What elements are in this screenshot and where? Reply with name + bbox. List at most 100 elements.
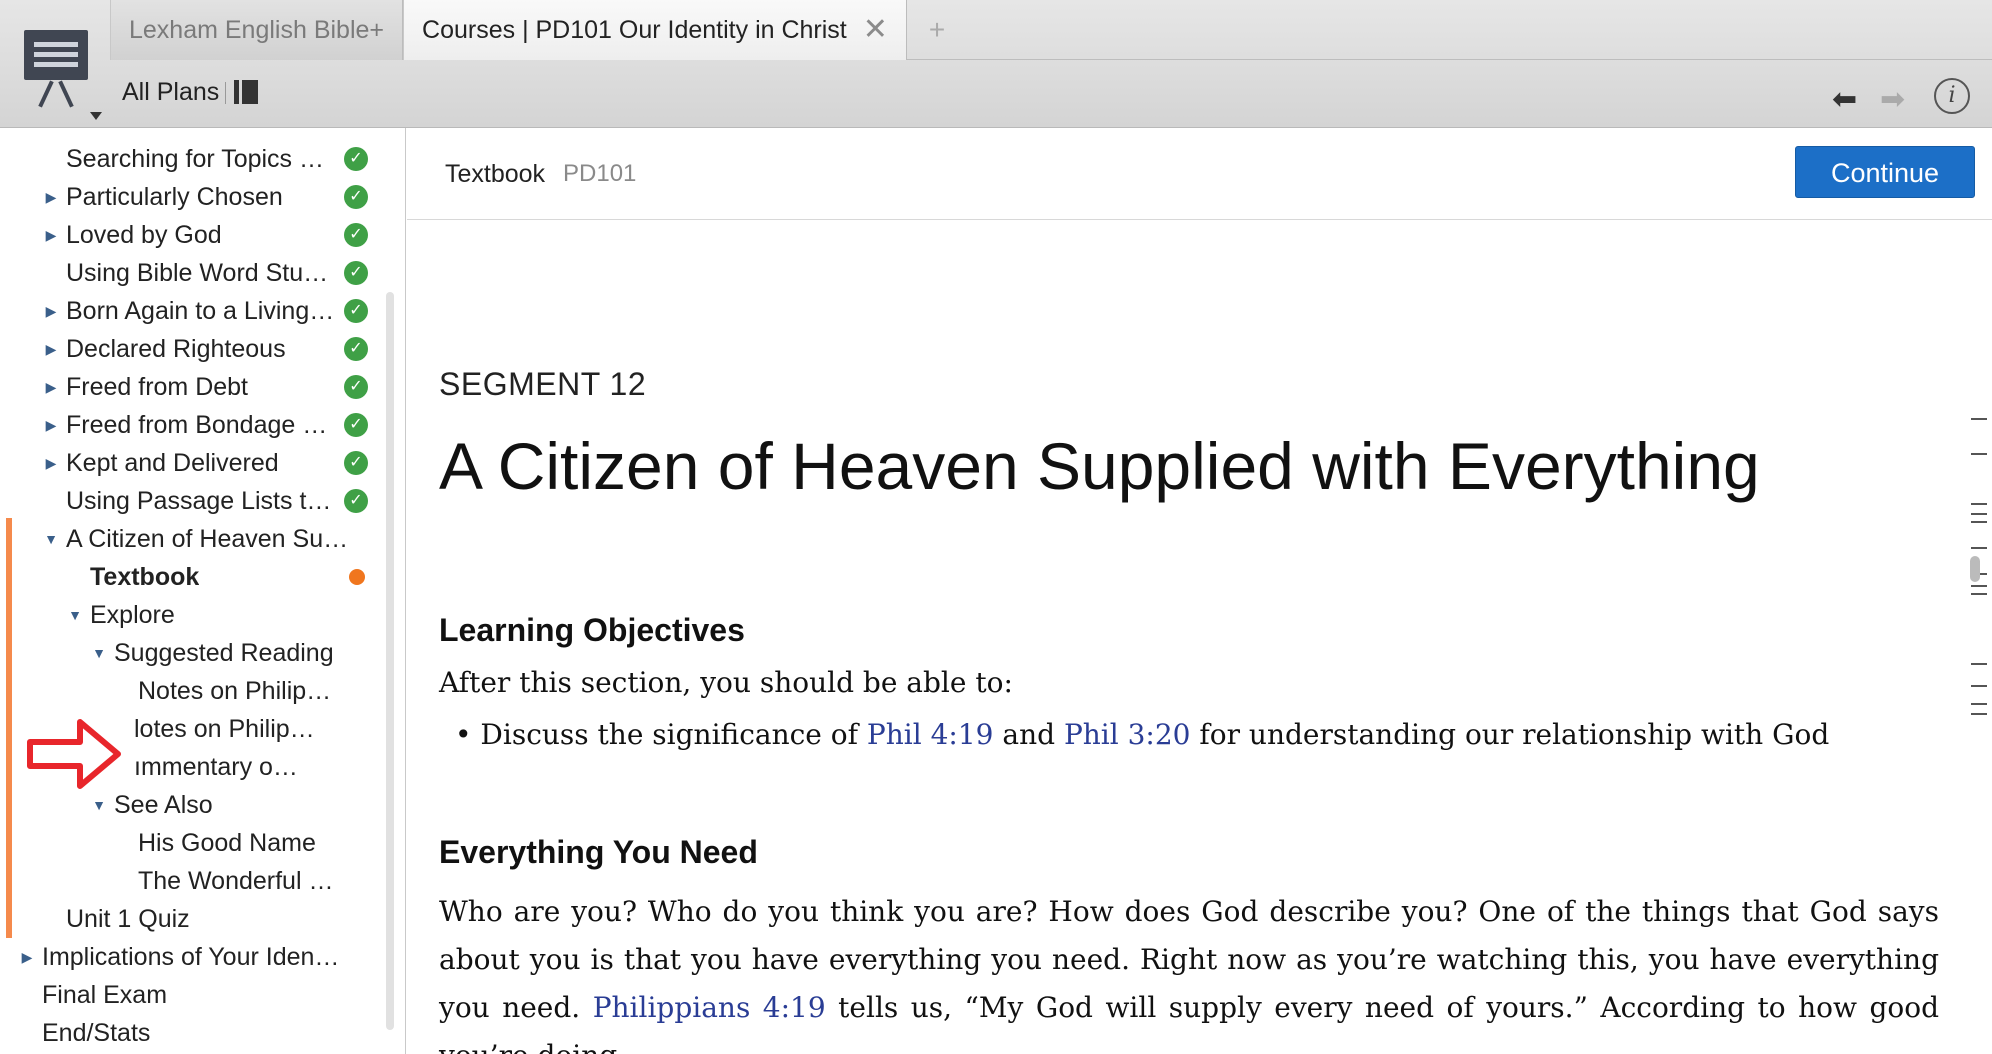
sidebar-item-label: Using Passage Lists to … [66, 486, 338, 515]
sidebar-item-label: Freed from Bondage a… [66, 410, 338, 439]
sidebar-item[interactable]: The Wonderful … [138, 862, 333, 900]
sidebar-item-end-stats[interactable]: End/Stats [42, 1014, 150, 1052]
sidebar-item-label: Particularly Chosen [66, 182, 283, 211]
tab-courses[interactable]: Courses | PD101 Our Identity in Christ ✕ [403, 0, 907, 60]
chevron-down-icon[interactable]: ▼ [90, 645, 108, 661]
scroll-tick [1971, 703, 1987, 705]
sidebar-item-label: See Also [114, 790, 213, 819]
sidebar-item[interactable]: ımmentary o… [134, 748, 298, 786]
chevron-down-icon[interactable]: ▼ [90, 797, 108, 813]
sidebar-item[interactable]: Searching for Topics w… [66, 140, 338, 178]
scroll-tick [1971, 513, 1987, 515]
sidebar-item-explore[interactable]: ▼ Explore [66, 596, 175, 634]
chevron-down-icon[interactable]: ▼ [66, 607, 84, 623]
panel-layout-icon[interactable] [234, 80, 258, 104]
scroll-tick [1971, 453, 1987, 455]
plus-icon: + [928, 14, 946, 45]
sidebar-item[interactable]: Using Bible Word Stud… [66, 254, 338, 292]
reading-pane: Textbook PD101 Continue SEGMENT 12 A Cit… [407, 128, 1992, 1054]
check-circle-icon: ✓ [344, 223, 368, 247]
new-tab-button[interactable]: + [907, 0, 967, 60]
sidebar-item[interactable]: ▶ Implications of Your Iden… [18, 938, 340, 976]
scroll-tick [1971, 585, 1987, 587]
sidebar-item-label: His Good Name [138, 828, 316, 857]
scroll-thumb[interactable] [1970, 556, 1980, 582]
sidebar-item[interactable]: ▶ Loved by God [42, 216, 222, 254]
sidebar-item-textbook[interactable]: Textbook [90, 558, 199, 596]
sidebar-item[interactable]: ▶ Born Again to a Living … [42, 292, 338, 330]
scripture-link-phil-3-20[interactable]: Phil 3:20 [1064, 718, 1191, 751]
scripture-link-phil-4-19[interactable]: Phil 4:19 [867, 718, 994, 751]
tab-lexham-english-bible[interactable]: Lexham English Bible+ [110, 0, 404, 60]
sidebar-item-current-segment[interactable]: ▼ A Citizen of Heaven Su… [42, 520, 348, 558]
dot-icon [349, 569, 365, 585]
scripture-link-philippians-4-19[interactable]: Philippians 4:19 [593, 991, 826, 1024]
sidebar-item[interactable]: Notes on Philip… [138, 672, 331, 710]
chevron-right-icon[interactable]: ▶ [42, 341, 60, 358]
objectives-intro: After this section, you should be able t… [439, 666, 1013, 699]
check-circle-icon: ✓ [344, 147, 368, 171]
sidebar-item[interactable]: His Good Name [138, 824, 316, 862]
bullet: • [455, 718, 472, 751]
sidebar-item-label: A Citizen of Heaven Su… [66, 524, 349, 553]
chevron-right-icon[interactable]: ▶ [42, 379, 60, 396]
chevron-right-icon[interactable]: ▶ [42, 455, 60, 472]
arrow-left-icon[interactable]: ⬅ [1832, 82, 1857, 117]
chevron-right-icon[interactable]: ▶ [18, 949, 36, 966]
chevron-right-icon[interactable]: ▶ [42, 189, 60, 206]
check-circle-icon: ✓ [344, 489, 368, 513]
chevron-right-icon[interactable]: ▶ [42, 303, 60, 320]
check-circle-icon: ✓ [344, 337, 368, 361]
continue-button[interactable]: Continue [1795, 146, 1975, 198]
board-line [34, 62, 78, 67]
presentation-board-icon[interactable] [20, 26, 102, 120]
scroll-tick [1971, 713, 1987, 715]
objective-text: for understanding our relationship with … [1199, 718, 1830, 751]
objective-text: and [1002, 718, 1056, 751]
layout-block [242, 80, 258, 104]
check-circle-icon: ✓ [344, 261, 368, 285]
sidebar-item-label: End/Stats [42, 1018, 151, 1047]
section-heading: Everything You Need [439, 834, 758, 870]
sidebar-item[interactable]: ▶ Freed from Debt [42, 368, 248, 406]
tab-strip: Lexham English Bible+ Courses | PD101 Ou… [110, 0, 1992, 60]
objective-text: Discuss the significance of [480, 718, 858, 751]
chevron-right-icon[interactable]: ▶ [42, 227, 60, 244]
sidebar-item-unit-quiz[interactable]: Unit 1 Quiz [66, 900, 190, 938]
board-line [34, 52, 78, 57]
sidebar-item[interactable]: ▶ Freed from Bondage a… [42, 406, 338, 444]
sidebar-item[interactable]: lotes on Philip… [134, 710, 315, 748]
tab-label: Courses | PD101 Our Identity in Christ [422, 15, 847, 44]
close-icon[interactable]: ✕ [863, 15, 888, 45]
objectives-heading: Learning Objectives [439, 612, 745, 648]
tab-label: Lexham English Bible+ [129, 15, 385, 44]
chevron-down-icon[interactable]: ▼ [42, 531, 60, 547]
sidebar-item-suggested-reading[interactable]: ▼ Suggested Reading [90, 634, 334, 672]
sidebar-item-label: Using Bible Word Stud… [66, 258, 338, 287]
sidebar-item-label: Final Exam [42, 980, 168, 1009]
sidebar-item[interactable]: ▶ Particularly Chosen [42, 178, 283, 216]
info-icon[interactable]: i [1934, 78, 1970, 114]
app-header: Lexham English Bible+ Courses | PD101 Ou… [0, 0, 1992, 128]
check-circle-icon: ✓ [344, 451, 368, 475]
document-scroll-map[interactable] [1967, 293, 1989, 723]
sidebar-item[interactable]: ▶ Declared Righteous [42, 330, 286, 368]
scroll-tick [1971, 593, 1987, 595]
check-circle-icon: ✓ [344, 375, 368, 399]
page-title: A Citizen of Heaven Supplied with Everyt… [439, 429, 1760, 503]
sidebar-item-label: Born Again to a Living … [66, 296, 338, 325]
chevron-down-icon [90, 112, 102, 120]
scroll-tick [1971, 503, 1987, 505]
check-circle-icon: ✓ [344, 299, 368, 323]
sidebar-item[interactable]: ▶ Kept and Delivered [42, 444, 279, 482]
chevron-right-icon[interactable]: ▶ [42, 417, 60, 434]
course-code: PD101 [563, 160, 637, 187]
sidebar-scrollbar[interactable] [386, 292, 394, 1030]
board-leg [58, 80, 74, 108]
sidebar-item-label: Textbook [90, 562, 200, 591]
sidebar-item[interactable]: Using Passage Lists to … [66, 482, 338, 520]
section-body: Who are you? Who do you think you are? H… [439, 888, 1939, 1054]
arrow-right-icon[interactable]: ➡ [1880, 82, 1905, 117]
sidebar-item-final-exam[interactable]: Final Exam [42, 976, 167, 1014]
all-plans-link[interactable]: All Plans [122, 78, 227, 107]
